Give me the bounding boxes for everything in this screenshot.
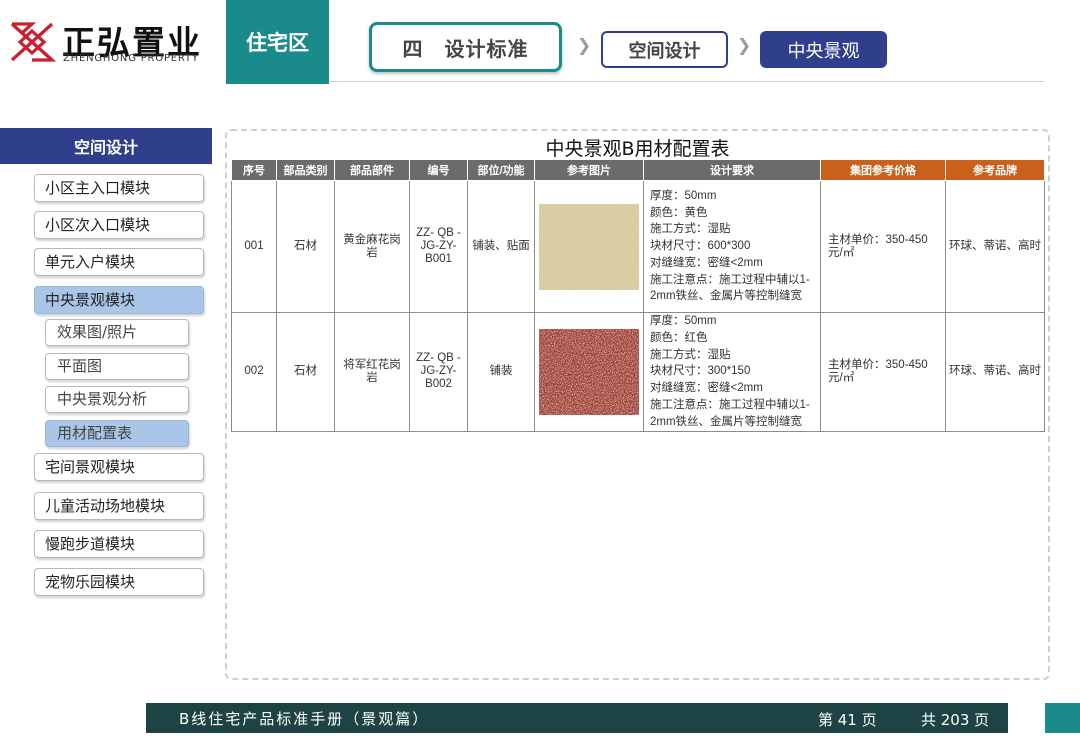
sidebar-title: 空间设计	[0, 128, 212, 164]
breadcrumb-current[interactable]: 中央景观	[760, 31, 887, 68]
cell-category: 石材	[276, 312, 335, 432]
requirement-line: 2mm铁丝、金属片等控制缝宽	[650, 290, 803, 303]
requirement-line: 施工方式：湿贴	[650, 348, 731, 361]
requirement-line: 块材尺寸：600*300	[650, 240, 751, 253]
sidebar-subitem-renderings[interactable]: 效果图/照片	[45, 319, 189, 346]
requirement-line: 块材尺寸：300*150	[650, 365, 751, 378]
column-header: 编号	[409, 159, 468, 181]
sidebar-item-secondary-entrance[interactable]: 小区次入口模块	[34, 211, 204, 239]
sidebar-item-jogging-trail[interactable]: 慢跑步道模块	[34, 530, 204, 558]
zone-tab[interactable]: 住宅区	[226, 0, 329, 84]
column-header: 部位/功能	[467, 159, 535, 181]
cell-part: 黄金麻花岗岩	[334, 180, 410, 313]
table-row: 001 石材 黄金麻花岗岩 ZZ- QB -JG-ZY-B001 铺装、贴面 厚…	[231, 180, 1045, 313]
sidebar-subitem-material-table[interactable]: 用材配置表	[45, 420, 189, 447]
sidebar-item-central-landscape[interactable]: 中央景观模块	[34, 286, 204, 314]
cell-no: 001	[231, 180, 277, 313]
chevron-right-icon: ❯	[577, 36, 592, 56]
logo-mark-icon	[10, 22, 56, 62]
table-title: 中央景观B用材配置表	[545, 138, 730, 160]
cell-brand: 环球、蒂诺、高时	[945, 180, 1045, 313]
footer-title: B线住宅产品标准手册（景观篇）	[179, 710, 430, 728]
column-header: 设计要求	[643, 159, 821, 181]
requirement-line: 施工注意点：施工过程中辅以1-	[650, 398, 810, 411]
column-header: 序号	[231, 159, 277, 181]
sidebar-item-unit-entry[interactable]: 单元入户模块	[34, 248, 204, 276]
column-header: 部品部件	[334, 159, 410, 181]
cell-part: 将军红花岗岩	[334, 312, 410, 432]
requirement-line: 2mm铁丝、金属片等控制缝宽	[650, 415, 803, 428]
requirement-line: 对缝缝宽：密缝<2mm	[650, 256, 763, 269]
cell-requirements: 厚度：50mm 颜色：黄色 施工方式：湿贴 块材尺寸：600*300 对缝缝宽：…	[643, 180, 821, 313]
company-logo: 正弘置业 ZHENGHONG PROPERTY	[8, 18, 223, 70]
cell-price: 主材单价：350-450元/㎡	[820, 312, 946, 432]
requirement-line: 对缝缝宽：密缝<2mm	[650, 382, 763, 395]
column-header-brand: 参考品牌	[945, 159, 1045, 181]
cell-requirements: 厚度：50mm 颜色：红色 施工方式：湿贴 块材尺寸：300*150 对缝缝宽：…	[643, 312, 821, 432]
cell-image	[534, 180, 644, 313]
requirement-line: 颜色：红色	[650, 331, 708, 344]
column-header-price: 集团参考价格	[820, 159, 946, 181]
requirement-line: 施工注意点：施工过程中辅以1-	[650, 273, 810, 286]
cell-category: 石材	[276, 180, 335, 313]
breadcrumb-section[interactable]: 空间设计	[601, 31, 728, 68]
sidebar-item-main-entrance[interactable]: 小区主入口模块	[34, 174, 204, 202]
requirement-line: 厚度：50mm	[650, 189, 717, 202]
cell-brand: 环球、蒂诺、高时	[945, 312, 1045, 432]
footer-accent-tab	[1045, 703, 1080, 733]
sidebar-item-kids-playground[interactable]: 儿童活动场地模块	[34, 492, 204, 520]
requirement-line: 颜色：黄色	[650, 206, 708, 219]
cell-no: 002	[231, 312, 277, 432]
brand-name-en: ZHENGHONG PROPERTY	[63, 53, 199, 64]
cell-image	[534, 312, 644, 432]
requirement-line: 施工方式：湿贴	[650, 223, 731, 236]
footer-bar: B线住宅产品标准手册（景观篇） 第 41 页 共 203 页	[146, 703, 1008, 733]
chevron-right-icon: ❯	[737, 36, 752, 56]
sidebar-subitem-plan[interactable]: 平面图	[45, 353, 189, 380]
column-header: 部品类别	[276, 159, 335, 181]
sidebar-item-between-buildings[interactable]: 宅间景观模块	[34, 453, 204, 481]
breadcrumb-chapter[interactable]: 四 设计标准	[369, 22, 562, 72]
cell-code: ZZ- QB -JG-ZY-B001	[409, 180, 468, 313]
material-table: 序号 部品类别 部品部件 编号 部位/功能 参考图片 设计要求 集团参考价格 参…	[231, 159, 1045, 432]
cell-code: ZZ- QB -JG-ZY-B002	[409, 312, 468, 432]
column-header: 参考图片	[534, 159, 644, 181]
table-header-row: 序号 部品类别 部品部件 编号 部位/功能 参考图片 设计要求 集团参考价格 参…	[231, 159, 1045, 181]
page-total: 共 203 页	[921, 711, 990, 729]
table-row: 002 石材 将军红花岗岩 ZZ- QB -JG-ZY-B002 铺装 厚度：5…	[231, 312, 1045, 432]
cell-price: 主材单价：350-450元/㎡	[820, 180, 946, 313]
sidebar-subitem-analysis[interactable]: 中央景观分析	[45, 386, 189, 413]
sidebar-item-pet-park[interactable]: 宠物乐园模块	[34, 568, 204, 596]
page-number: 第 41 页	[818, 711, 877, 729]
red-granite-swatch	[539, 328, 639, 415]
cell-position: 铺装	[467, 312, 535, 432]
cell-position: 铺装、贴面	[467, 180, 535, 313]
requirement-line: 厚度：50mm	[650, 315, 717, 327]
header-divider	[330, 81, 1044, 82]
yellow-granite-swatch	[539, 203, 639, 290]
